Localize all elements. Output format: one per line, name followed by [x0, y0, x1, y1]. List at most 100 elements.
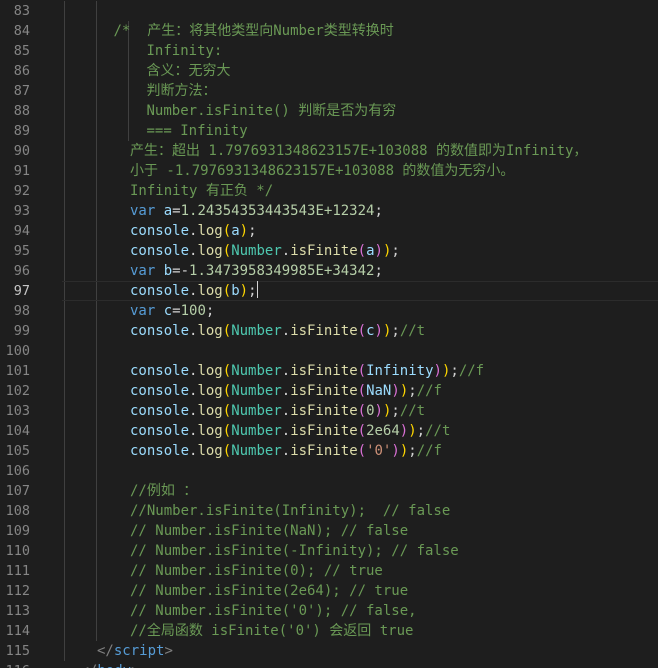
token-var: b	[163, 263, 173, 279]
token-tag: body	[97, 663, 131, 668]
line-number: 85	[13, 43, 30, 59]
code-line[interactable]: 97 console.log(b);	[0, 281, 658, 301]
code-line[interactable]: 108 //Number.isFinite(Infinity); // false	[0, 501, 658, 521]
code-line[interactable]: 89 === Infinity	[0, 121, 658, 141]
code-line[interactable]: 116 </body>	[0, 661, 658, 668]
token-comment: // Number.isFinite('0'); // false,	[130, 603, 417, 619]
code-line[interactable]: 102 console.log(Number.isFinite(NaN));//f	[0, 381, 658, 401]
token-comment: === Infinity	[146, 123, 248, 139]
code-line[interactable]: 101 console.log(Number.isFinite(Infinity)…	[0, 361, 658, 381]
token-b1: (	[222, 243, 232, 259]
token-b1: )	[399, 443, 409, 459]
line-code: var b=-1.3473958349985E+34342;	[130, 261, 383, 281]
token-type: Number	[231, 403, 282, 419]
code-line[interactable]: 98 var c=100;	[0, 301, 658, 321]
token-punct: .	[281, 383, 291, 399]
token-punct	[155, 203, 163, 219]
code-line[interactable]: 105 console.log(Number.isFinite('0'));//f	[0, 441, 658, 461]
line-code: console.log(Number.isFinite(NaN));//f	[130, 381, 442, 401]
token-kw: var	[130, 203, 156, 219]
line-code: var c=100;	[130, 301, 214, 321]
line-number: 91	[13, 163, 30, 179]
token-punct: ;	[408, 443, 417, 459]
code-line[interactable]: 100	[0, 341, 658, 361]
token-comment: //f	[458, 363, 485, 379]
code-line[interactable]: 95 console.log(Number.isFinite(a));	[0, 241, 658, 261]
line-code: Number.isFinite() 判断是否为有穷	[147, 101, 397, 121]
token-comment: //t	[399, 323, 426, 339]
token-b1: (	[222, 403, 232, 419]
token-num: 100	[180, 303, 206, 319]
token-fn: isFinite	[290, 323, 358, 339]
code-line[interactable]: 90 产生：超出 1.7976931348623157E+103088 的数值即为…	[0, 141, 658, 161]
token-const: Infinity	[366, 363, 434, 379]
code-line[interactable]: 92 Infinity 有正负 */	[0, 181, 658, 201]
token-b2: )	[399, 423, 409, 439]
token-fn: isFinite	[290, 363, 358, 379]
line-number: 84	[13, 23, 30, 39]
code-line[interactable]: 91 小于 -1.7976931348623157E+103088 的数值为无穷小…	[0, 161, 658, 181]
code-line[interactable]: 103 console.log(Number.isFinite(0));//t	[0, 401, 658, 421]
line-number: 105	[5, 443, 30, 459]
code-line[interactable]: 88 Number.isFinite() 判断是否为有穷	[0, 101, 658, 121]
line-number: 116	[0, 661, 30, 668]
token-comment: //全局函数 isFinite('0') 会返回 true	[130, 623, 414, 639]
code-line[interactable]: 94 console.log(a);	[0, 221, 658, 241]
line-code: 含义：无穷大	[147, 61, 231, 81]
code-line[interactable]: 114 //全局函数 isFinite('0') 会返回 true	[0, 621, 658, 641]
code-line[interactable]: 111 // Number.isFinite(0); // true	[0, 561, 658, 581]
code-line[interactable]: 104 console.log(Number.isFinite(2e64));//…	[0, 421, 658, 441]
code-line[interactable]: 115 </script>	[0, 641, 658, 661]
token-b2: )	[374, 323, 383, 339]
code-line[interactable]: 99 console.log(Number.isFinite(c));//t	[0, 321, 658, 341]
token-punct: ;	[391, 243, 400, 259]
token-punct: .	[281, 443, 291, 459]
line-number: 111	[5, 563, 30, 579]
code-line[interactable]: 85 Infinity:	[0, 41, 658, 61]
code-line[interactable]: 93 var a=1.24354353443543E+12324;	[0, 201, 658, 221]
code-line[interactable]: 107 //例如 ：	[0, 481, 658, 501]
token-obj: console	[130, 443, 190, 459]
code-line[interactable]: 96 var b=-1.3473958349985E+34342;	[0, 261, 658, 281]
line-number: 89	[13, 123, 30, 139]
line-number: 104	[5, 423, 30, 439]
code-line[interactable]: 87 判断方法：	[0, 81, 658, 101]
code-editor[interactable]: 83 84 /* 产生：将其他类型向Number类型转换时 85 Infinity: 86…	[0, 0, 658, 668]
line-number: 114	[5, 623, 30, 639]
token-b2: )	[433, 363, 442, 379]
line-number: 110	[5, 543, 30, 559]
token-comment: 小于 -1.7976931348623157E+103088 的数值为无穷小。	[130, 163, 515, 179]
token-fn: isFinite	[290, 243, 358, 259]
code-line[interactable]: 112 // Number.isFinite(2e64); // true	[0, 581, 658, 601]
code-line[interactable]: 86 含义：无穷大	[0, 61, 658, 81]
code-line[interactable]: 106	[0, 461, 658, 481]
line-code: console.log(Number.isFinite(0));//t	[130, 401, 425, 421]
code-line[interactable]: 113 // Number.isFinite('0'); // false,	[0, 601, 658, 621]
token-comment: 产生：超出 1.7976931348623157E+103088 的数值即为In…	[130, 143, 588, 159]
code-line[interactable]: 109 // Number.isFinite(NaN); // false	[0, 521, 658, 541]
token-b1: )	[239, 283, 249, 299]
token-b2: (	[357, 323, 367, 339]
line-number: 98	[13, 303, 30, 319]
line-code: // Number.isFinite('0'); // false,	[130, 601, 417, 621]
token-comment: //例如 ：	[130, 483, 198, 499]
token-punct: ;	[248, 223, 257, 239]
code-line[interactable]: 83	[0, 1, 658, 21]
token-kw: var	[130, 263, 156, 279]
token-b2: (	[357, 383, 367, 399]
token-punct: .	[281, 243, 291, 259]
token-punct: ;	[374, 203, 383, 219]
token-tagp: >	[164, 643, 173, 659]
line-number: 86	[13, 63, 30, 79]
token-var: c	[366, 323, 375, 339]
token-punct: ;	[391, 403, 400, 419]
token-fn: log	[197, 283, 223, 299]
token-b1: (	[222, 323, 232, 339]
code-line[interactable]: 110 // Number.isFinite(-Infinity); // fal…	[0, 541, 658, 561]
token-obj: console	[130, 403, 190, 419]
line-code: /* 产生：将其他类型向Number类型转换时	[114, 21, 394, 41]
token-comment: /* 产生：将其他类型向Number类型转换时	[113, 23, 394, 39]
code-line[interactable]: 84 /* 产生：将其他类型向Number类型转换时	[0, 21, 658, 41]
token-fn: isFinite	[290, 403, 358, 419]
token-fn: log	[197, 443, 223, 459]
